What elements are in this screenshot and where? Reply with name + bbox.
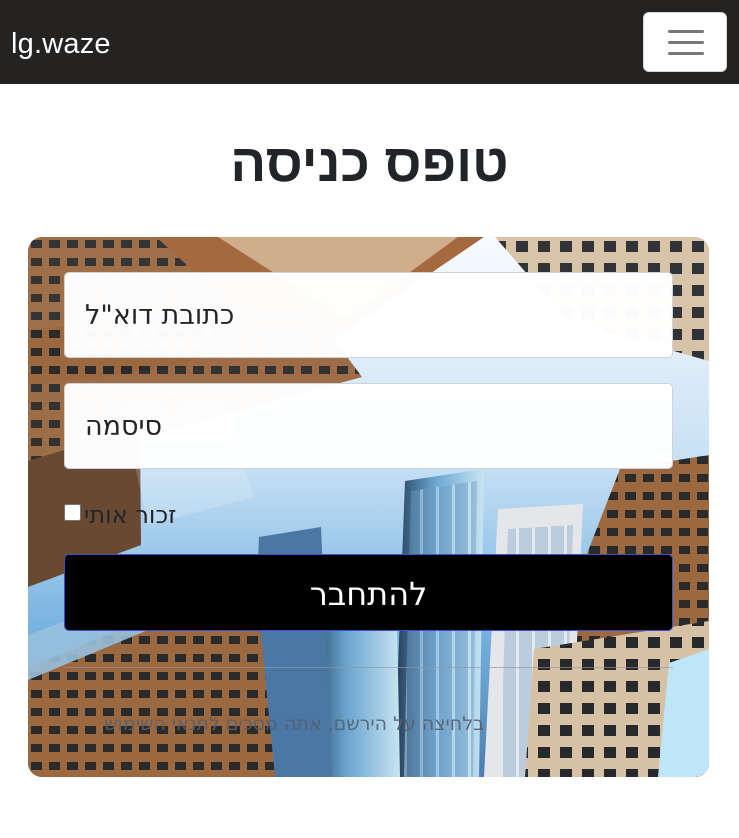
login-card: זכור אותי להתחבר בלחיצה על הירשם, אתה מס… — [28, 237, 709, 777]
password-field[interactable] — [64, 383, 673, 469]
remember-me-control[interactable]: זכור אותי — [64, 499, 224, 533]
remember-me-label: זכור אותי — [84, 501, 177, 529]
page-title: טופס כניסה — [230, 134, 509, 193]
menu-toggle-button[interactable] — [643, 12, 727, 72]
hamburger-line-middle — [668, 41, 704, 44]
terms-notice: בלחיצה על הירשם, אתה מסכים לתנאי השימוש — [104, 713, 484, 735]
login-button[interactable]: להתחבר — [64, 554, 673, 631]
form-divider — [64, 667, 673, 668]
hamburger-icon — [668, 30, 704, 56]
top-navbar: lg.waze — [0, 0, 739, 84]
remember-me-checkbox[interactable] — [64, 504, 81, 521]
email-field[interactable] — [64, 272, 673, 358]
hamburger-line-top — [668, 30, 704, 33]
hamburger-line-bottom — [668, 52, 704, 55]
brand-logo-text[interactable]: lg.waze — [11, 25, 111, 63]
